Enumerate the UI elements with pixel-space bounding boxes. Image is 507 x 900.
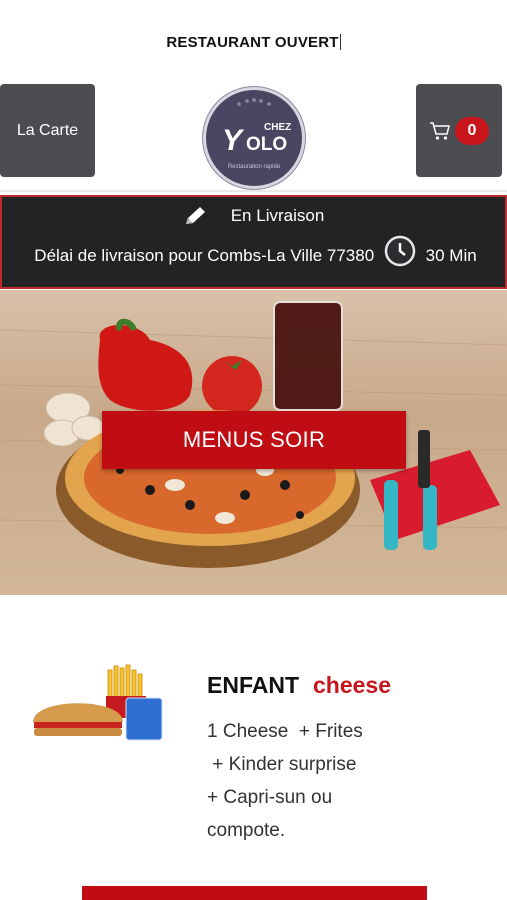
restaurant-status: RESTAURANT OUVERT — [0, 34, 507, 51]
description-line: 1 Cheese + Frites — [207, 721, 363, 742]
description-line: + Kinder surprise — [207, 754, 357, 775]
description-line: + Capri-sun ou — [207, 787, 333, 808]
menu-button[interactable]: La Carte — [0, 84, 95, 177]
menus-soir-button[interactable]: MENUS SOIR — [102, 411, 406, 469]
next-action-button[interactable] — [82, 886, 427, 900]
logo-tagline: Restauration rapide — [228, 164, 281, 170]
product-card[interactable]: ENFANT cheese 1 Cheese + Frites + Kinder … — [0, 640, 507, 870]
svg-text:Y: Y — [222, 124, 245, 157]
product-description: 1 Cheese + Frites + Kinder surprise + Ca… — [207, 715, 492, 847]
text-caret — [339, 34, 341, 50]
knife-blade — [418, 430, 430, 488]
cart-count: 0 — [467, 121, 477, 139]
description-line: compote. — [207, 820, 286, 841]
pencil-icon — [185, 207, 205, 224]
delivery-delay: Délai de livraison pour Combs-La Ville 7… — [16, 234, 495, 271]
tomato — [202, 356, 262, 416]
menu-button-label: La Carte — [16, 121, 79, 139]
delivery-time: 30 Min — [425, 246, 477, 265]
red-pepper — [98, 325, 193, 411]
cart-icon — [430, 121, 450, 140]
logo-graphic: CHEZ Y OLO Restauration rapide — [222, 98, 291, 170]
product-title: ENFANT cheese — [207, 672, 391, 699]
clock-icon — [384, 235, 416, 267]
fork-handle — [384, 480, 398, 550]
header-divider — [0, 190, 507, 192]
fries — [107, 664, 143, 701]
menus-soir-label: MENUS SOIR — [182, 427, 326, 452]
product-title-accent: cheese — [313, 672, 392, 698]
cart-count-badge: 0 — [455, 116, 489, 145]
restaurant-status-text: RESTAURANT OUVERT — [166, 34, 339, 51]
logo-yolo-text: OLO — [246, 134, 287, 155]
delivery-delay-text: Délai de livraison pour Combs-La Ville 7… — [34, 246, 375, 265]
delivery-mode-label: En Livraison — [230, 206, 325, 225]
product-title-main: ENFANT — [207, 672, 299, 698]
kids-menu-photo — [33, 664, 163, 741]
juice-pack — [125, 697, 163, 741]
knife-handle — [423, 485, 437, 550]
delivery-mode: En Livraison — [2, 205, 505, 227]
cola-glass — [273, 301, 343, 411]
logo-chez-text: CHEZ — [264, 122, 291, 133]
restaurant-logo[interactable]: CHEZ Y OLO Restauration rapide — [203, 87, 305, 189]
delivery-info[interactable]: En Livraison Délai de livraison pour Com… — [0, 195, 507, 289]
burger-filling — [34, 722, 122, 728]
burger-bottom-bun — [34, 728, 122, 736]
cart-button[interactable]: 0 — [416, 84, 502, 177]
